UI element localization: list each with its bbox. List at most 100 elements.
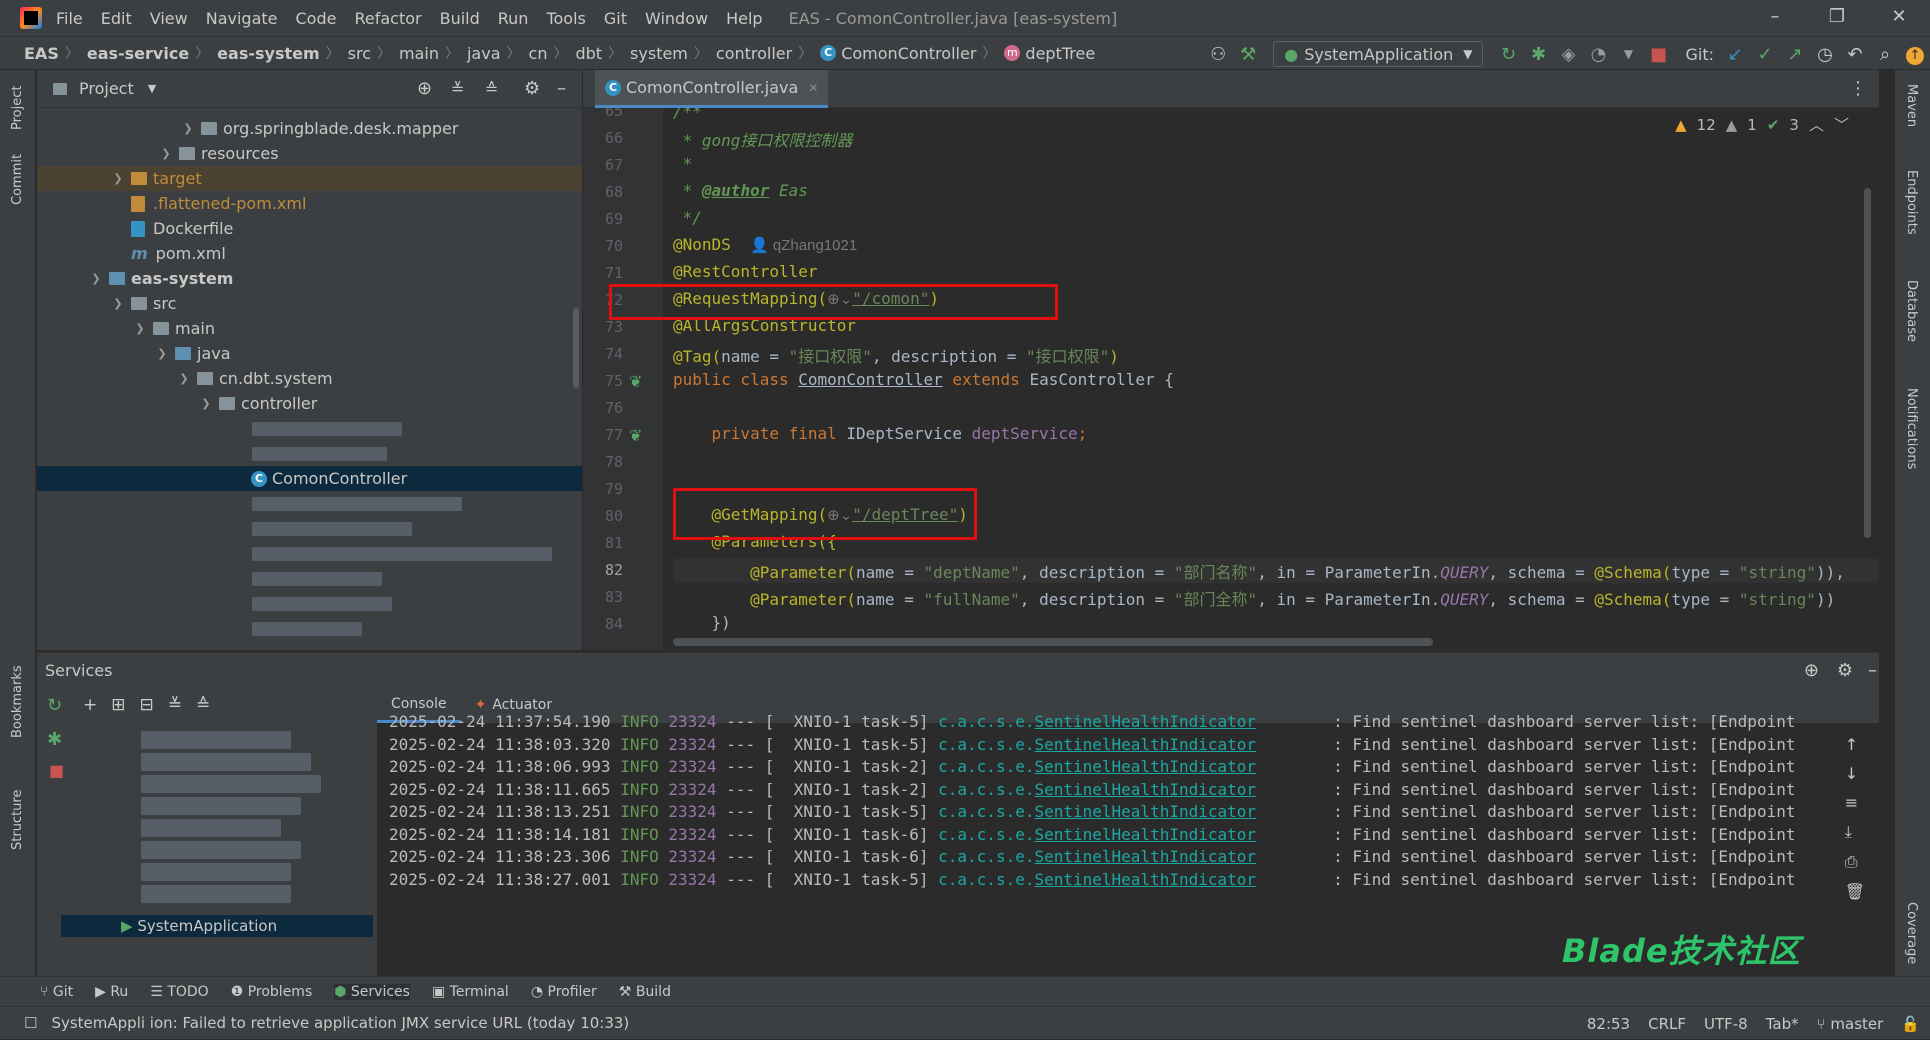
- more-run-icon[interactable]: ▼: [1613, 47, 1643, 61]
- menu-file[interactable]: File: [56, 9, 83, 28]
- minimize-icon[interactable]: –: [1744, 0, 1806, 36]
- run-config-select[interactable]: ● SystemApplication ▼: [1273, 41, 1484, 67]
- tree-node-resources[interactable]: ❯ resources: [37, 141, 582, 166]
- tree-node-blurred[interactable]: [141, 731, 291, 749]
- arrow-down-icon[interactable]: ↓: [1845, 764, 1865, 783]
- hide-icon[interactable]: –: [557, 78, 566, 99]
- group-icon[interactable]: ⊞: [111, 695, 125, 715]
- git-commit-icon[interactable]: ✓: [1750, 44, 1780, 65]
- crumb-eas[interactable]: EAS: [24, 44, 59, 63]
- tree-node-blurred-1[interactable]: [37, 416, 582, 441]
- chevron-down-icon[interactable]: ▼: [148, 82, 156, 95]
- restore-icon[interactable]: ❐: [1806, 0, 1868, 36]
- tool-run[interactable]: ▶ Ru: [95, 984, 128, 1000]
- tree-node-cn-dbt-system[interactable]: ❯ cn.dbt.system: [37, 366, 582, 391]
- database-tool-button[interactable]: Database: [1904, 280, 1919, 342]
- tool-terminal[interactable]: ▣ Terminal: [432, 984, 509, 1000]
- spring-bean-icon[interactable]: ❦: [629, 426, 642, 445]
- crumb-system[interactable]: system: [630, 44, 688, 63]
- tool-services[interactable]: ⬢ Services: [334, 983, 410, 1000]
- tree-node-blurred[interactable]: [141, 885, 291, 903]
- tree-node-blurred-6[interactable]: [37, 566, 582, 591]
- tree-node-blurred-5[interactable]: [37, 541, 582, 566]
- tree-node-main[interactable]: ❯ main: [37, 316, 582, 341]
- commit-tool-button[interactable]: Commit: [10, 154, 25, 205]
- caret-position[interactable]: 82:53: [1587, 1015, 1630, 1033]
- tree-node-java[interactable]: ❯ java: [37, 341, 582, 366]
- hide-icon[interactable]: –: [1868, 660, 1877, 681]
- gear-icon[interactable]: ⚙: [1837, 660, 1853, 681]
- stop-icon[interactable]: ■: [49, 761, 64, 780]
- coverage-tool-button[interactable]: Coverage: [1904, 902, 1919, 964]
- maven-tool-button[interactable]: Maven: [1904, 84, 1919, 127]
- tree-scrollbar[interactable]: [573, 308, 579, 388]
- rerun-icon[interactable]: ↻: [1493, 44, 1523, 65]
- intellij-logo-icon[interactable]: [20, 7, 42, 29]
- tree-node-eas-system[interactable]: ❯ eas-system: [37, 266, 582, 291]
- crumb-java[interactable]: java: [467, 44, 501, 63]
- menu-run[interactable]: Run: [498, 9, 529, 28]
- chevron-down-icon[interactable]: ﹀: [1834, 114, 1849, 135]
- build-hammer-icon[interactable]: ⚒: [1233, 44, 1263, 65]
- debug-icon[interactable]: ✱: [47, 729, 62, 750]
- line-separator[interactable]: CRLF: [1648, 1015, 1686, 1033]
- chevron-up-icon[interactable]: ︿: [1809, 114, 1824, 135]
- history-icon[interactable]: ◷: [1810, 44, 1840, 65]
- tree-node-blurred[interactable]: [141, 753, 311, 771]
- scroll-end-icon[interactable]: ⤓: [1845, 822, 1865, 842]
- lock-icon[interactable]: 🔓: [1901, 1015, 1920, 1033]
- updates-icon[interactable]: ↑: [1900, 43, 1930, 65]
- crumb-eas-system[interactable]: eas-system: [217, 44, 319, 63]
- tree-node-blurred-2[interactable]: [37, 441, 582, 466]
- debug-icon[interactable]: ✱: [1523, 44, 1553, 65]
- collapse-all-icon[interactable]: ≙: [196, 695, 210, 715]
- tree-node-mapper[interactable]: ❯ org.springblade.desk.mapper: [37, 116, 582, 141]
- notifications-tool-button[interactable]: Notifications: [1904, 388, 1919, 469]
- trash-icon[interactable]: 🗑: [1845, 882, 1865, 901]
- tree-node-blurred[interactable]: [141, 775, 321, 793]
- close-icon[interactable]: ✕: [1868, 0, 1930, 36]
- menu-build[interactable]: Build: [440, 9, 480, 28]
- tool-todo[interactable]: ☰ TODO: [150, 984, 208, 1000]
- locate-icon[interactable]: ⊕: [1804, 660, 1819, 681]
- spring-bean-icon[interactable]: ❦: [629, 372, 642, 391]
- git-update-icon[interactable]: ↙: [1720, 44, 1750, 65]
- menu-git[interactable]: Git: [604, 9, 627, 28]
- tree-node-blurred-4[interactable]: [37, 516, 582, 541]
- add-icon[interactable]: +: [83, 695, 97, 715]
- menu-window[interactable]: Window: [645, 9, 708, 28]
- crumb-class[interactable]: ComonController: [841, 44, 976, 63]
- endpoints-tool-button[interactable]: Endpoints: [1904, 170, 1919, 235]
- editor-hscrollbar[interactable]: [673, 638, 1433, 646]
- arrow-up-icon[interactable]: ↑: [1845, 735, 1865, 754]
- status-message[interactable]: SystemAppli ion: Failed to retrieve appl…: [51, 1014, 629, 1032]
- profile-icon[interactable]: ◔: [1583, 44, 1613, 65]
- coverage-icon[interactable]: ◈: [1553, 44, 1583, 65]
- menu-refactor[interactable]: Refactor: [354, 9, 421, 28]
- tree-node-controller[interactable]: ❯ controller: [37, 391, 582, 416]
- rerun-icon[interactable]: ↻: [47, 695, 62, 716]
- tree-node-dockerfile[interactable]: Dockerfile: [37, 216, 582, 241]
- crumb-dbt[interactable]: dbt: [575, 44, 602, 63]
- git-push-icon[interactable]: ↗: [1780, 44, 1810, 65]
- expand-all-icon[interactable]: ≚: [451, 79, 464, 98]
- tree-node-blurred-8[interactable]: [37, 616, 582, 641]
- branch-widget[interactable]: ⑂ master: [1817, 1015, 1884, 1033]
- crumb-src[interactable]: src: [348, 44, 371, 63]
- tab-comoncontroller[interactable]: C ComonController.java ✕: [595, 70, 829, 108]
- inspection-widget[interactable]: ▲ 12 ▲ 1 ✔ 3 ︿ ﹀: [1675, 114, 1849, 135]
- indent-setting[interactable]: Tab*: [1766, 1015, 1799, 1033]
- tree-node-blurred[interactable]: [141, 863, 291, 881]
- tree-node-target[interactable]: ❯ target: [37, 166, 582, 191]
- crumb-controller[interactable]: controller: [716, 44, 792, 63]
- tree-node-comoncontroller[interactable]: C ComonController: [37, 466, 582, 491]
- bookmarks-tool-button[interactable]: Bookmarks: [10, 665, 25, 738]
- menu-code[interactable]: Code: [296, 9, 337, 28]
- tree-node-blurred[interactable]: [141, 819, 281, 837]
- tree-node-blurred-3[interactable]: [37, 491, 582, 516]
- file-encoding[interactable]: UTF-8: [1704, 1015, 1748, 1033]
- tree-node-systemapplication[interactable]: ▶ SystemApplication: [61, 915, 373, 937]
- tool-git[interactable]: ⑂ Git: [40, 984, 73, 1000]
- crumb-main[interactable]: main: [399, 44, 439, 63]
- tree-node-src[interactable]: ❯ src: [37, 291, 582, 316]
